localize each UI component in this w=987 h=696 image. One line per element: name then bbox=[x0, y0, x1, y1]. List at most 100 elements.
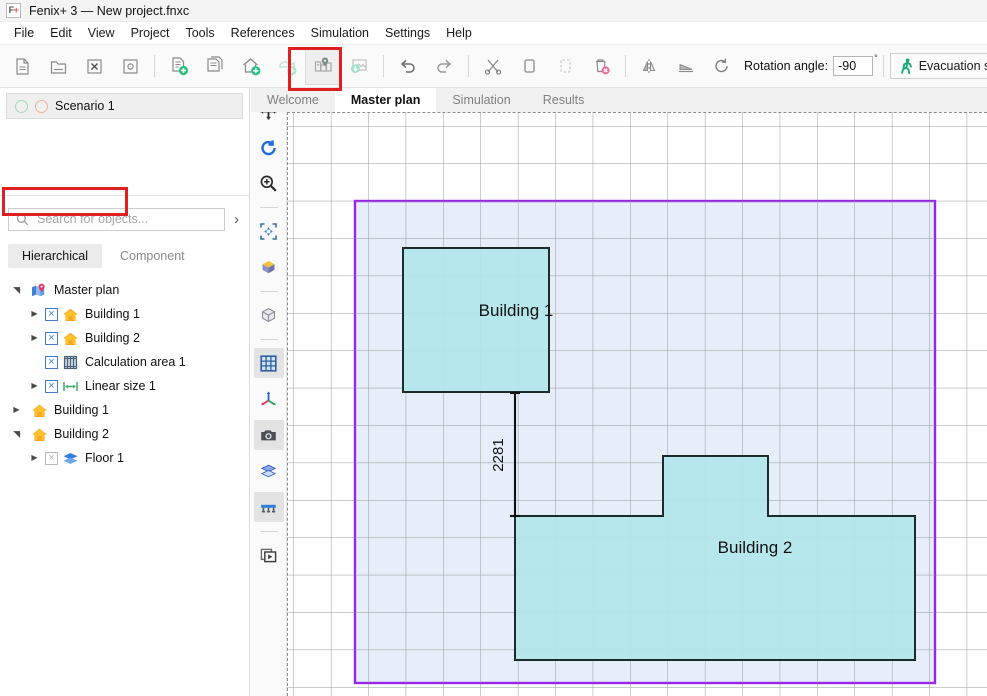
title-bar: F+ Fenix+ 3 — New project.fnxc bbox=[0, 0, 987, 22]
open-folder-button[interactable] bbox=[40, 47, 76, 85]
calculation-area-icon bbox=[62, 355, 79, 370]
chevron-right-icon[interactable]: ▶ bbox=[10, 406, 23, 414]
house-icon bbox=[31, 427, 48, 442]
tree-item-linear-size-1[interactable]: ▶×Linear size 1 bbox=[0, 374, 250, 398]
copy-button[interactable] bbox=[511, 47, 547, 85]
furniture-button[interactable] bbox=[254, 492, 284, 522]
panel-tab-component[interactable]: Component bbox=[106, 244, 199, 268]
solid-view-button[interactable] bbox=[254, 252, 284, 282]
search-box[interactable] bbox=[8, 208, 225, 231]
import-image-button[interactable] bbox=[341, 47, 377, 85]
floor-layers-icon bbox=[62, 451, 79, 466]
chevron-down-icon[interactable]: ◢ bbox=[12, 428, 21, 441]
visibility-checkbox[interactable]: × bbox=[45, 452, 58, 465]
tree-item-floor-1[interactable]: ▶×Floor 1 bbox=[0, 446, 250, 470]
tree-item-label: Calculation area 1 bbox=[85, 355, 186, 369]
fit-to-screen-button[interactable] bbox=[254, 216, 284, 246]
menu-item-settings[interactable]: Settings bbox=[377, 24, 438, 42]
tree-item-building-1[interactable]: ▶×Building 1 bbox=[0, 302, 250, 326]
view-tools-separator bbox=[260, 339, 278, 340]
panel-divider bbox=[0, 195, 250, 196]
delete-button[interactable] bbox=[583, 47, 619, 85]
menu-item-file[interactable]: File bbox=[6, 24, 42, 42]
linear-size-icon bbox=[62, 379, 79, 394]
menu-item-help[interactable]: Help bbox=[438, 24, 480, 42]
menu-bar: FileEditViewProjectToolsReferencesSimula… bbox=[0, 22, 987, 45]
object-tree: ◢Master plan▶×Building 1▶×Building 2▶×Ca… bbox=[0, 278, 250, 470]
menu-item-simulation[interactable]: Simulation bbox=[303, 24, 377, 42]
tree-item-label: Building 1 bbox=[54, 403, 109, 417]
playback-button[interactable] bbox=[254, 540, 284, 570]
axes-button[interactable] bbox=[254, 384, 284, 414]
scenario-item[interactable]: Scenario 1 bbox=[6, 93, 243, 119]
layers-button[interactable] bbox=[254, 456, 284, 486]
toolbar-separator bbox=[883, 55, 884, 77]
dimension-label: 2281 bbox=[490, 438, 507, 471]
wireframe-box-button[interactable] bbox=[254, 300, 284, 330]
tree-item-building-2[interactable]: ◢Building 2 bbox=[0, 422, 250, 446]
grid-button[interactable] bbox=[254, 348, 284, 378]
search-icon bbox=[16, 213, 29, 226]
orbit-button[interactable] bbox=[254, 132, 284, 162]
zoom-button[interactable] bbox=[254, 168, 284, 198]
scene-svg: 2281 Building 1 Building 2 bbox=[287, 112, 987, 696]
house-icon bbox=[62, 331, 79, 346]
add-building-button[interactable] bbox=[233, 47, 269, 85]
document-tab-results[interactable]: Results bbox=[527, 88, 601, 112]
add-scenario-button[interactable] bbox=[161, 47, 197, 85]
rotation-angle-input[interactable] bbox=[833, 56, 873, 76]
document-tab-simulation[interactable]: Simulation bbox=[436, 88, 526, 112]
window-title: Fenix+ 3 — New project.fnxc bbox=[29, 4, 189, 18]
menu-item-references[interactable]: References bbox=[223, 24, 303, 42]
menu-item-view[interactable]: View bbox=[80, 24, 123, 42]
app-logo-plus: + bbox=[14, 5, 19, 15]
master-plan-button[interactable] bbox=[305, 47, 341, 85]
visibility-checkbox[interactable]: × bbox=[45, 308, 58, 321]
copy-scenario-button[interactable] bbox=[197, 47, 233, 85]
redo-button[interactable] bbox=[426, 47, 462, 85]
tree-item-master-plan[interactable]: ◢Master plan bbox=[0, 278, 250, 302]
viewport-canvas[interactable]: 2281 Building 1 Building 2 bbox=[287, 112, 987, 696]
evacuation-simulation-button[interactable]: Evacuation simu bbox=[890, 53, 987, 79]
building-1-shape[interactable] bbox=[403, 248, 549, 392]
tree-item-building-1[interactable]: ▶ Building 1 bbox=[0, 398, 250, 422]
chevron-right-icon[interactable]: › bbox=[231, 211, 242, 228]
toolbar-separator bbox=[625, 55, 626, 77]
save-button[interactable] bbox=[112, 47, 148, 85]
orange-ring-icon bbox=[35, 100, 48, 113]
chevron-right-icon[interactable]: ▶ bbox=[28, 310, 41, 318]
menu-item-project[interactable]: Project bbox=[123, 24, 178, 42]
new-document-button[interactable] bbox=[4, 47, 40, 85]
panel-tab-hierarchical[interactable]: Hierarchical bbox=[8, 244, 102, 268]
menu-item-edit[interactable]: Edit bbox=[42, 24, 80, 42]
paste-button[interactable] bbox=[547, 47, 583, 85]
tree-item-calculation-area-1[interactable]: ▶×Calculation area 1 bbox=[0, 350, 250, 374]
document-tab-master-plan[interactable]: Master plan bbox=[335, 88, 436, 112]
document-tab-welcome[interactable]: Welcome bbox=[251, 88, 335, 112]
rotate-button[interactable] bbox=[704, 47, 740, 85]
menu-item-tools[interactable]: Tools bbox=[177, 24, 222, 42]
tree-item-building-2[interactable]: ▶×Building 2 bbox=[0, 326, 250, 350]
chevron-right-icon[interactable]: ▶ bbox=[28, 382, 41, 390]
cut-button[interactable] bbox=[475, 47, 511, 85]
mirror-vertical-button[interactable] bbox=[668, 47, 704, 85]
chevron-down-icon[interactable]: ◢ bbox=[12, 284, 21, 297]
undo-button[interactable] bbox=[390, 47, 426, 85]
add-terrain-button[interactable] bbox=[269, 47, 305, 85]
close-document-button[interactable] bbox=[76, 47, 112, 85]
scenario-label: Scenario 1 bbox=[55, 99, 115, 113]
view-tools-separator bbox=[260, 291, 278, 292]
rotation-angle-label: Rotation angle: bbox=[744, 59, 828, 73]
chevron-right-icon[interactable]: ▶ bbox=[28, 334, 41, 342]
chevron-right-icon[interactable]: ▶ bbox=[28, 454, 41, 462]
visibility-checkbox[interactable]: × bbox=[45, 380, 58, 393]
toolbar-separator bbox=[154, 55, 155, 77]
degree-symbol: ° bbox=[874, 53, 878, 63]
search-input[interactable] bbox=[35, 211, 217, 227]
camera-button[interactable] bbox=[254, 420, 284, 450]
visibility-checkbox[interactable]: × bbox=[45, 356, 58, 369]
toolbar-separator bbox=[468, 55, 469, 77]
visibility-checkbox[interactable]: × bbox=[45, 332, 58, 345]
search-row: › bbox=[0, 203, 250, 235]
mirror-horizontal-button[interactable] bbox=[632, 47, 668, 85]
